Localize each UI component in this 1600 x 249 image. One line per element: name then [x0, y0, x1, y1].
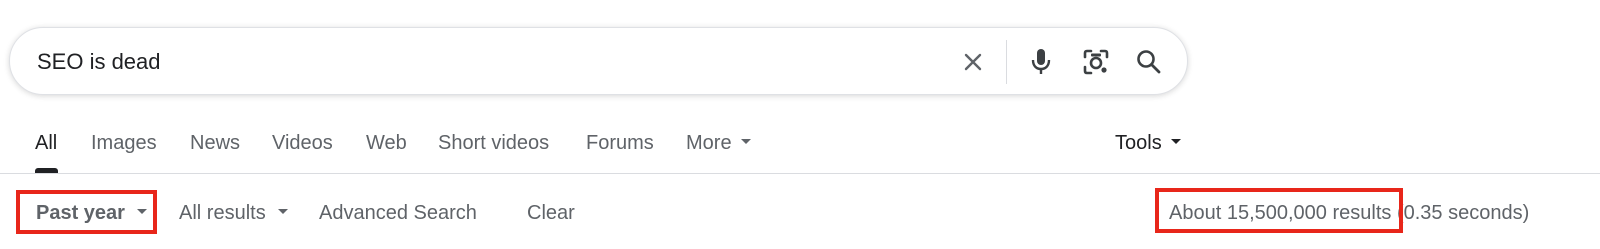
- search-input[interactable]: [37, 46, 917, 78]
- tab-more-label: More: [686, 132, 732, 154]
- tab-images[interactable]: Images: [91, 132, 157, 155]
- tools-button[interactable]: Tools: [1115, 132, 1181, 155]
- advanced-search-link[interactable]: Advanced Search: [319, 202, 477, 225]
- tabs-divider: [0, 173, 1600, 174]
- chevron-down-icon: [1170, 139, 1181, 145]
- clear-filters-link[interactable]: Clear: [527, 202, 575, 225]
- search-button[interactable]: [1129, 42, 1169, 82]
- results-type-label: All results: [179, 202, 266, 224]
- voice-search-button[interactable]: [1021, 42, 1061, 82]
- highlight-box-result-count: [1155, 188, 1403, 233]
- tab-short-videos[interactable]: Short videos: [438, 132, 549, 155]
- tab-forums[interactable]: Forums: [586, 132, 654, 155]
- microphone-icon: [1031, 49, 1051, 74]
- highlight-box-time-filter: [16, 190, 157, 234]
- tab-news[interactable]: News: [190, 132, 240, 155]
- tab-videos[interactable]: Videos: [272, 132, 333, 155]
- search-box[interactable]: [9, 27, 1188, 95]
- close-icon: [964, 53, 982, 71]
- results-type-dropdown[interactable]: All results: [179, 202, 288, 225]
- chevron-down-icon: [740, 139, 751, 145]
- tab-web[interactable]: Web: [366, 132, 407, 155]
- camera-lens-icon: [1083, 49, 1109, 75]
- chevron-down-icon: [277, 209, 288, 215]
- magnifier-icon: [1137, 50, 1161, 74]
- tab-all[interactable]: All: [35, 132, 57, 155]
- clear-button[interactable]: [953, 42, 993, 82]
- result-time: (0.35 seconds): [1391, 202, 1530, 224]
- tools-label: Tools: [1115, 132, 1162, 154]
- search-divider: [1006, 40, 1007, 84]
- tab-more[interactable]: More: [686, 132, 751, 155]
- image-search-button[interactable]: [1076, 42, 1116, 82]
- search-tabs: All Images News Videos Web Short videos …: [0, 126, 1600, 174]
